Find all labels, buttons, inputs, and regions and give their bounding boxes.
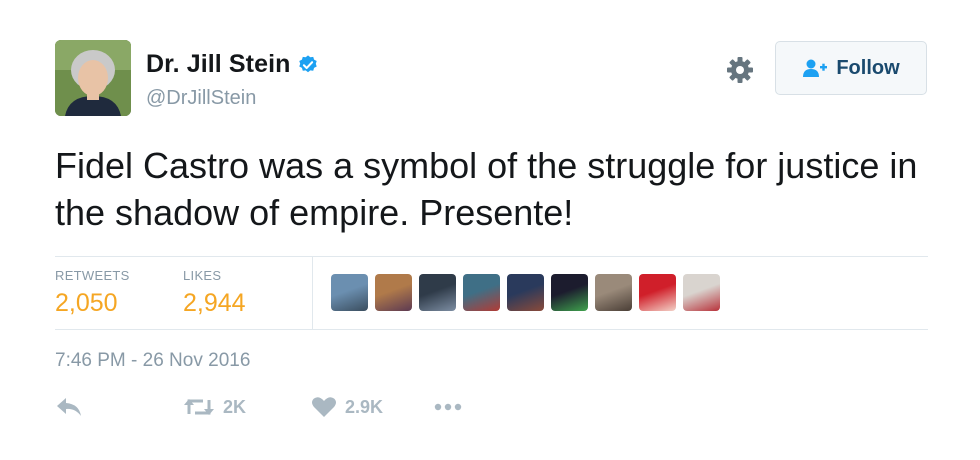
likes-stat[interactable]: LIKES 2,944	[183, 268, 246, 318]
liker-avatar[interactable]	[375, 274, 412, 311]
retweet-icon	[184, 399, 214, 415]
reply-icon	[57, 398, 81, 416]
follow-label: Follow	[836, 56, 900, 79]
liker-avatar[interactable]	[595, 274, 632, 311]
liker-avatar[interactable]	[463, 274, 500, 311]
liker-avatar[interactable]	[331, 274, 368, 311]
heart-icon	[312, 397, 336, 417]
follow-button[interactable]: Follow	[775, 41, 927, 95]
liker-avatars	[331, 274, 720, 311]
verified-badge-icon	[298, 54, 317, 72]
add-user-icon	[803, 59, 828, 77]
likes-count: 2,944	[183, 289, 246, 317]
author-name-row[interactable]: Dr. Jill Stein	[146, 50, 319, 79]
liker-avatar[interactable]	[419, 274, 456, 311]
likes-label: LIKES	[183, 268, 222, 283]
liker-avatar[interactable]	[683, 274, 720, 311]
gear-icon[interactable]	[724, 54, 756, 86]
liker-avatar[interactable]	[507, 274, 544, 311]
retweet-count: 2K	[223, 396, 247, 417]
retweets-label: RETWEETS	[55, 268, 130, 283]
tweet-actions: 2K 2.9K	[55, 396, 555, 432]
more-button[interactable]	[433, 396, 463, 418]
tweet-timestamp[interactable]: 7:46 PM - 26 Nov 2016	[55, 350, 250, 372]
author-handle[interactable]: @DrJillStein	[146, 87, 256, 110]
tweet-text: Fidel Castro was a symbol of the struggl…	[55, 145, 918, 233]
retweets-count: 2,050	[55, 289, 118, 317]
stats-divider	[312, 256, 313, 329]
liker-avatar[interactable]	[639, 274, 676, 311]
author-name[interactable]: Dr. Jill Stein	[146, 50, 291, 79]
divider	[55, 329, 928, 330]
author-avatar[interactable]	[55, 40, 131, 116]
retweet-button[interactable]: 2K	[183, 396, 246, 418]
liker-avatar[interactable]	[551, 274, 588, 311]
like-count: 2.9K	[345, 396, 384, 417]
like-button[interactable]: 2.9K	[311, 396, 383, 418]
retweets-stat[interactable]: RETWEETS 2,050	[55, 268, 130, 318]
more-icon	[434, 403, 462, 411]
reply-button[interactable]	[55, 396, 83, 418]
tweet-stats: RETWEETS 2,050 LIKES 2,944	[55, 256, 928, 329]
